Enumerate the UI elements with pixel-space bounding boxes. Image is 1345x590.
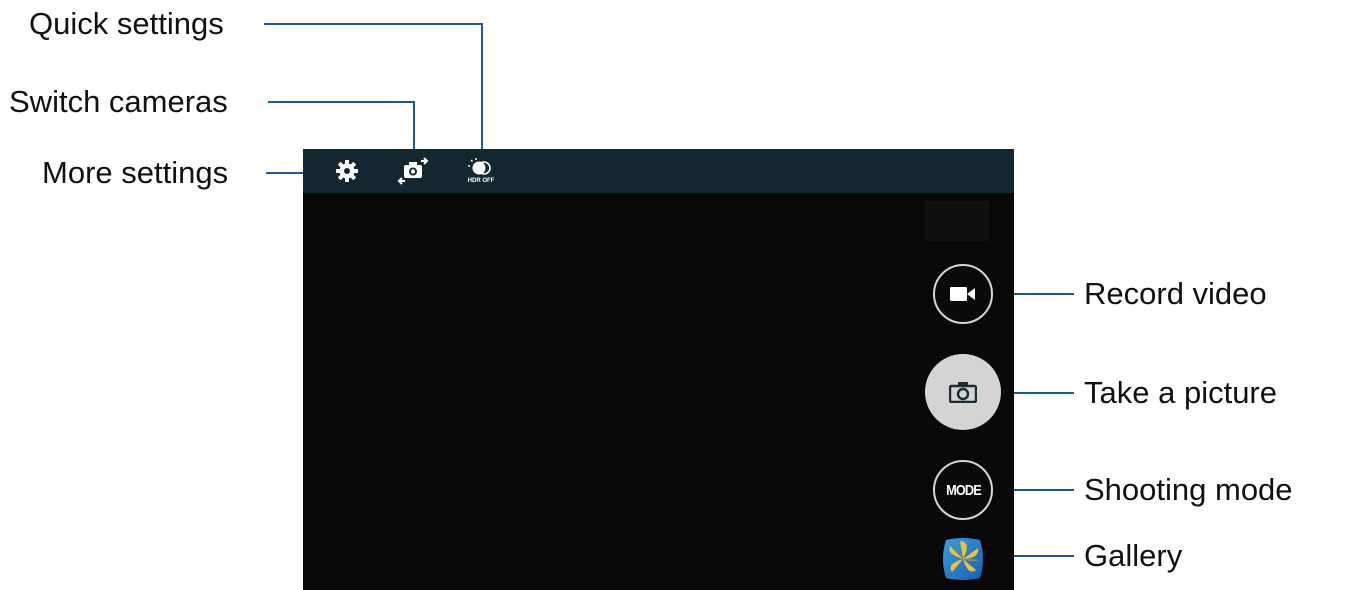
mode-label: MODE <box>945 481 982 499</box>
gallery-icon <box>943 538 983 580</box>
leader-switch-cameras-h <box>268 101 415 103</box>
take-picture-button[interactable] <box>925 354 1001 430</box>
gallery-button[interactable] <box>940 536 986 582</box>
hdr-quick-setting[interactable]: HDR OFF <box>463 155 499 187</box>
hdr-status-label: HDR OFF <box>467 177 495 184</box>
callout-more-settings: More settings <box>42 155 229 190</box>
callout-switch-cameras: Switch cameras <box>9 84 228 119</box>
camera-top-bar: HDR OFF <box>303 149 1014 193</box>
switch-camera-icon <box>397 157 429 185</box>
callout-quick-settings: Quick settings <box>29 6 224 41</box>
hdr-icon <box>468 157 491 175</box>
leader-quick-settings-h <box>264 23 483 25</box>
leader-switch-cameras-v <box>413 101 415 153</box>
annotated-camera-screen: Quick settings Switch cameras More setti… <box>0 0 1345 590</box>
camera-viewfinder: HDR OFF MODE <box>303 149 1014 590</box>
gear-icon <box>336 160 358 182</box>
shooting-mode-button[interactable]: MODE <box>933 460 993 520</box>
callout-shooting-mode: Shooting mode <box>1084 472 1293 507</box>
more-settings-button[interactable] <box>331 155 363 187</box>
leader-quick-settings-v <box>481 23 483 153</box>
callout-take-picture: Take a picture <box>1084 375 1277 410</box>
record-video-button[interactable] <box>933 264 993 324</box>
callout-record-video: Record video <box>1084 276 1267 311</box>
video-camera-icon <box>950 287 975 301</box>
switch-cameras-button[interactable] <box>395 155 431 187</box>
camera-icon <box>949 382 977 403</box>
callout-gallery: Gallery <box>1084 538 1183 573</box>
preview-thumbnail-placeholder <box>925 201 989 241</box>
